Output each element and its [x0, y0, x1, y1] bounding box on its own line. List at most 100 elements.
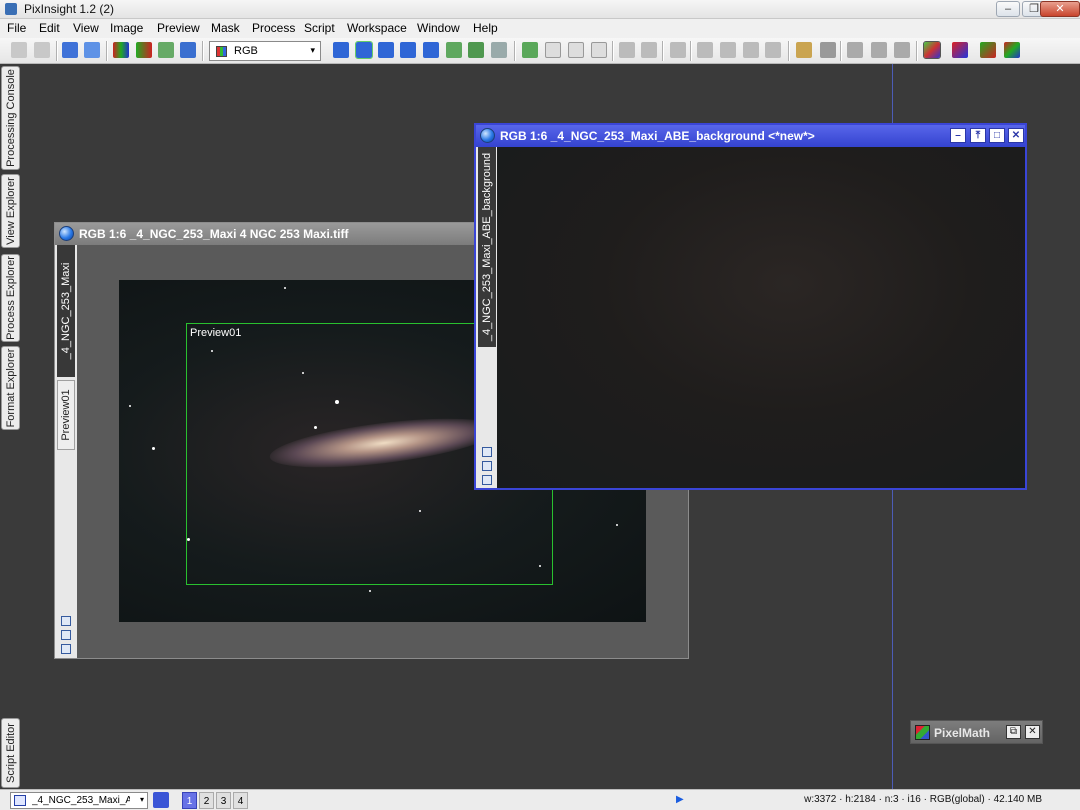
fit-view-icon[interactable]	[355, 41, 373, 59]
screen-transfer-icon[interactable]	[923, 41, 941, 59]
color-space-value: RGB	[234, 45, 258, 57]
star	[616, 524, 618, 526]
tab-processing-console[interactable]: Processing Console	[1, 66, 20, 170]
toolbar-separator	[202, 41, 204, 61]
workspace-3-button[interactable]: 3	[216, 792, 231, 809]
background-model-image[interactable]	[497, 147, 1025, 488]
stf-auto-icon[interactable]	[952, 42, 968, 58]
pixelmath-label: PixelMath	[934, 726, 991, 740]
menu-workspace[interactable]: Workspace	[347, 21, 407, 35]
window-maximize-button[interactable]: □	[989, 128, 1005, 143]
image-window-title-bar[interactable]: RGB 1:6 _4_NGC_253_Maxi_ABE_background <…	[476, 125, 1025, 147]
duplicate-icon[interactable]	[84, 42, 100, 58]
zoom-out-icon[interactable]	[400, 42, 416, 58]
paste-icon[interactable]	[720, 42, 736, 58]
pixelmath-icon	[915, 725, 930, 740]
pixelmath-close-button[interactable]: ✕	[1025, 725, 1040, 739]
zoom-screen-icon[interactable]	[61, 630, 71, 640]
mask-icon[interactable]	[522, 42, 538, 58]
process-icon[interactable]	[847, 42, 863, 58]
image-window-side-panel: _4_NGC_253_Maxi_ABE_background	[476, 147, 497, 488]
mask-invert-icon[interactable]	[591, 42, 607, 58]
script-icon[interactable]	[796, 42, 812, 58]
view-selector-value: _4_NGC_253_Maxi_AB	[32, 795, 130, 806]
menu-window[interactable]: Window	[417, 21, 460, 35]
rgb-channels-icon[interactable]	[113, 42, 129, 58]
zoom-one-icon[interactable]	[482, 475, 492, 485]
toolbar-separator	[662, 41, 664, 61]
menu-image[interactable]: Image	[110, 21, 143, 35]
zoom-fit-icon[interactable]	[482, 447, 492, 457]
color-space-select[interactable]: RGB ▾	[209, 41, 321, 61]
view-selector[interactable]: _4_NGC_253_Maxi_AB ▾	[10, 792, 148, 809]
transform-icon[interactable]	[180, 42, 196, 58]
menu-help[interactable]: Help	[473, 21, 498, 35]
export-icon[interactable]	[765, 42, 781, 58]
pixelmath-float-button[interactable]: ⧉	[1006, 725, 1021, 739]
close-button[interactable]: ✕	[1040, 1, 1080, 17]
window-close-button[interactable]: ✕	[1008, 128, 1024, 143]
menu-process[interactable]: Process	[252, 21, 295, 35]
star	[129, 405, 131, 407]
stf-link-icon[interactable]	[1004, 42, 1020, 58]
play-icon[interactable]: ▶	[676, 794, 684, 805]
crop-icon[interactable]	[743, 42, 759, 58]
tab-script-editor[interactable]: Script Editor	[1, 718, 20, 788]
toolbar-separator	[514, 41, 516, 61]
new-image-icon[interactable]	[62, 42, 78, 58]
status-bar: _4_NGC_253_Maxi_AB ▾ 1 2 3 4 ▶ w:3372 · …	[0, 789, 1080, 810]
view-tab-preview01[interactable]: Preview01	[57, 380, 75, 450]
view-list-icon[interactable]	[153, 792, 169, 808]
zoom-one-icon[interactable]	[61, 644, 71, 654]
copy-icon[interactable]	[697, 42, 713, 58]
window-minimize-button[interactable]: –	[950, 128, 966, 143]
cascade-icon[interactable]	[641, 42, 657, 58]
pan-icon[interactable]	[333, 42, 349, 58]
mask-show-icon[interactable]	[568, 42, 584, 58]
view-icon	[14, 795, 26, 806]
menu-view[interactable]: View	[73, 21, 99, 35]
menu-bar: File Edit View Image Preview Mask Proces…	[0, 19, 1080, 38]
view-tab-main[interactable]: _4_NGC_253_Maxi_ABE_background	[478, 147, 496, 347]
window-shade-button[interactable]: ⤒	[970, 128, 986, 143]
add-channel-icon[interactable]	[158, 42, 174, 58]
redo-icon[interactable]	[34, 42, 50, 58]
process-apply-icon[interactable]	[871, 42, 887, 58]
pixinsight-app-icon	[5, 3, 17, 15]
view-tab-main[interactable]: _4_NGC_253_Maxi	[57, 245, 75, 377]
process-global-icon[interactable]	[894, 42, 910, 58]
app-title: PixInsight 1.2 (2)	[24, 2, 115, 16]
workspace-1-button[interactable]: 1	[182, 792, 197, 809]
list-icon[interactable]	[820, 42, 836, 58]
mask-enable-icon[interactable]	[545, 42, 561, 58]
star	[284, 287, 286, 289]
menu-script[interactable]: Script	[304, 21, 335, 35]
stf-reset-icon[interactable]	[980, 42, 996, 58]
workspace-4-button[interactable]: 4	[233, 792, 248, 809]
tab-format-explorer[interactable]: Format Explorer	[1, 346, 20, 430]
history-icon[interactable]	[670, 42, 686, 58]
toolbar-separator	[916, 41, 918, 61]
tile-icon[interactable]	[619, 42, 635, 58]
tab-view-explorer[interactable]: View Explorer	[1, 174, 20, 248]
menu-preview[interactable]: Preview	[157, 21, 200, 35]
zoom-in-icon[interactable]	[378, 42, 394, 58]
minimize-button[interactable]: –	[996, 1, 1020, 17]
image-window-abe-background[interactable]: RGB 1:6 _4_NGC_253_Maxi_ABE_background <…	[474, 123, 1027, 490]
channel-swap-icon[interactable]	[136, 42, 152, 58]
edit-preview-icon[interactable]	[468, 42, 484, 58]
pointer-icon[interactable]	[491, 42, 507, 58]
chevron-down-icon: ▾	[310, 45, 315, 55]
menu-file[interactable]: File	[7, 21, 26, 35]
toolbar-separator	[612, 41, 614, 61]
workspace-2-button[interactable]: 2	[199, 792, 214, 809]
tab-process-explorer[interactable]: Process Explorer	[1, 254, 20, 342]
menu-edit[interactable]: Edit	[39, 21, 60, 35]
undo-icon[interactable]	[11, 42, 27, 58]
new-preview-icon[interactable]	[446, 42, 462, 58]
zoom-fit-icon[interactable]	[61, 616, 71, 626]
menu-mask[interactable]: Mask	[211, 21, 240, 35]
zoom-screen-icon[interactable]	[482, 461, 492, 471]
pixelmath-process-icon[interactable]: PixelMath ⧉ ✕	[910, 720, 1043, 744]
zoom-1-1-icon[interactable]	[423, 42, 439, 58]
